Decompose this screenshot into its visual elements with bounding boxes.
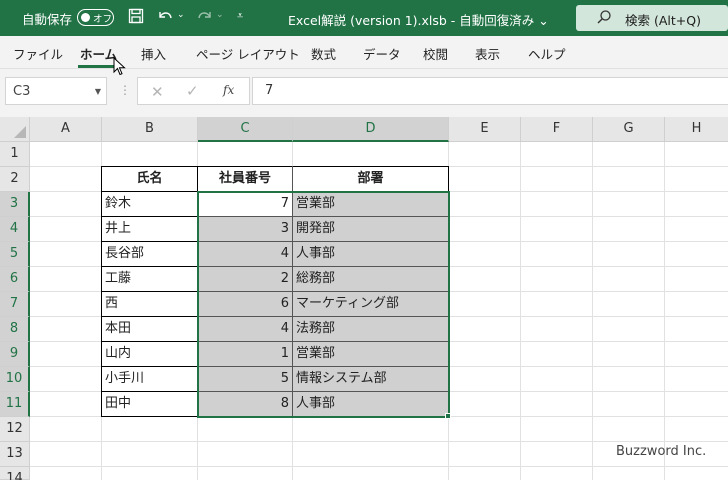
insert-function-icon[interactable]: fx	[223, 83, 234, 97]
column-header-a[interactable]: A	[30, 117, 102, 142]
cell-name[interactable]: 西	[102, 292, 197, 317]
column-header-f[interactable]: F	[521, 117, 593, 142]
row-header-13[interactable]: 13	[0, 442, 30, 467]
cell-name[interactable]: 山内	[102, 342, 197, 367]
undo-icon[interactable]	[156, 8, 174, 28]
row-header-14[interactable]: 14	[0, 467, 30, 480]
search-placeholder: 検索 (Alt+Q)	[625, 13, 701, 28]
redo-icon	[196, 8, 214, 28]
active-tab-indicator	[78, 65, 115, 68]
column-header-h[interactable]: H	[665, 117, 728, 142]
tab-home[interactable]: ホーム	[80, 44, 117, 63]
row-header-9[interactable]: 9	[0, 342, 30, 367]
toggle-knob	[81, 12, 90, 22]
column-header-e[interactable]: E	[449, 117, 521, 142]
column-header-g[interactable]: G	[593, 117, 665, 142]
formula-buttons: ✕ ✓ fx	[137, 77, 250, 105]
gridline	[520, 142, 521, 480]
tab-review[interactable]: 校閲	[423, 44, 448, 63]
ribbon-tabs: ファイル ホーム 挿入 ページ レイアウト 数式 データ 校閲 表示 ヘルプ	[0, 36, 728, 69]
name-box-dropdown-icon[interactable]: ▼	[95, 87, 101, 96]
row-header-3[interactable]: 3	[0, 192, 30, 217]
mouse-cursor-icon	[113, 56, 127, 81]
tab-data[interactable]: データ	[363, 44, 401, 63]
worksheet-grid[interactable]: A B C D E F G H 1 2 3 4 5 6 7 8 9 10 11 …	[0, 117, 728, 480]
gridline	[30, 466, 728, 467]
cell-name[interactable]: 小手川	[102, 367, 197, 392]
row-header-2[interactable]: 2	[0, 167, 30, 192]
select-all-corner[interactable]	[0, 117, 30, 142]
table-header-id[interactable]: 社員番号	[198, 167, 292, 192]
row-header-12[interactable]: 12	[0, 417, 30, 442]
redo-dropdown-icon: ⌄	[216, 10, 224, 20]
formula-bar-area: C3 ▼ ⋮ ✕ ✓ fx 7	[0, 69, 728, 117]
tab-page-layout[interactable]: ページ レイアウト	[196, 44, 300, 63]
column-header-b[interactable]: B	[102, 117, 198, 142]
tab-formulas[interactable]: 数式	[311, 44, 336, 63]
autosave-state: オフ	[93, 14, 113, 25]
gridline	[664, 142, 665, 480]
title-bar: 自動保存 オフ ⌄ ⌄ ⩡ Excel解説 (version 1).xlsb -…	[0, 0, 728, 36]
window-title: Excel解説 (version 1).xlsb - 自動回復済み ⌄	[288, 13, 549, 28]
cell-name[interactable]: 長谷部	[102, 242, 197, 267]
customize-qat-icon[interactable]: ⩡	[237, 9, 243, 23]
row-header-6[interactable]: 6	[0, 267, 30, 292]
cell-name[interactable]: 工藤	[102, 267, 197, 292]
cancel-icon: ✕	[151, 83, 164, 101]
cell-name[interactable]: 田中	[102, 392, 197, 417]
gridline	[592, 142, 593, 480]
table-header-dept[interactable]: 部署	[293, 167, 448, 192]
table-header-name[interactable]: 氏名	[102, 167, 197, 192]
table-border	[448, 166, 449, 192]
watermark-text: Buzzword Inc.	[616, 444, 707, 459]
row-header-7[interactable]: 7	[0, 292, 30, 317]
row-header-11[interactable]: 11	[0, 392, 30, 417]
tab-view[interactable]: 表示	[475, 44, 500, 63]
name-box-value: C3	[13, 84, 31, 99]
tab-insert[interactable]: 挿入	[141, 44, 166, 63]
column-header-c[interactable]: C	[198, 117, 293, 142]
cell-name[interactable]: 鈴木	[102, 192, 197, 217]
search-box[interactable]: 検索 (Alt+Q)	[576, 5, 728, 31]
enter-icon: ✓	[186, 82, 199, 100]
row-header-4[interactable]: 4	[0, 217, 30, 242]
column-header-d[interactable]: D	[293, 117, 449, 142]
formula-value: 7	[265, 83, 274, 98]
tab-help[interactable]: ヘルプ	[528, 44, 566, 63]
formula-bar-grip-icon[interactable]: ⋮	[119, 83, 131, 97]
autosave-label: 自動保存	[22, 12, 73, 27]
select-all-icon	[14, 126, 26, 138]
fill-handle[interactable]	[445, 413, 451, 419]
undo-dropdown-icon[interactable]: ⌄	[177, 10, 185, 20]
tab-file[interactable]: ファイル	[13, 44, 63, 63]
row-header-10[interactable]: 10	[0, 367, 30, 392]
formula-input[interactable]: 7	[252, 77, 728, 105]
row-header-5[interactable]: 5	[0, 242, 30, 267]
search-icon	[596, 9, 612, 29]
save-icon[interactable]	[128, 8, 144, 28]
row-header-1[interactable]: 1	[0, 142, 30, 167]
name-box[interactable]: C3 ▼	[5, 77, 107, 105]
cell-name[interactable]: 本田	[102, 317, 197, 342]
cell-name[interactable]: 井上	[102, 217, 197, 242]
gridline	[30, 441, 728, 442]
row-header-8[interactable]: 8	[0, 317, 30, 342]
selection-outline	[197, 191, 450, 418]
autosave-toggle[interactable]: オフ	[77, 9, 114, 26]
